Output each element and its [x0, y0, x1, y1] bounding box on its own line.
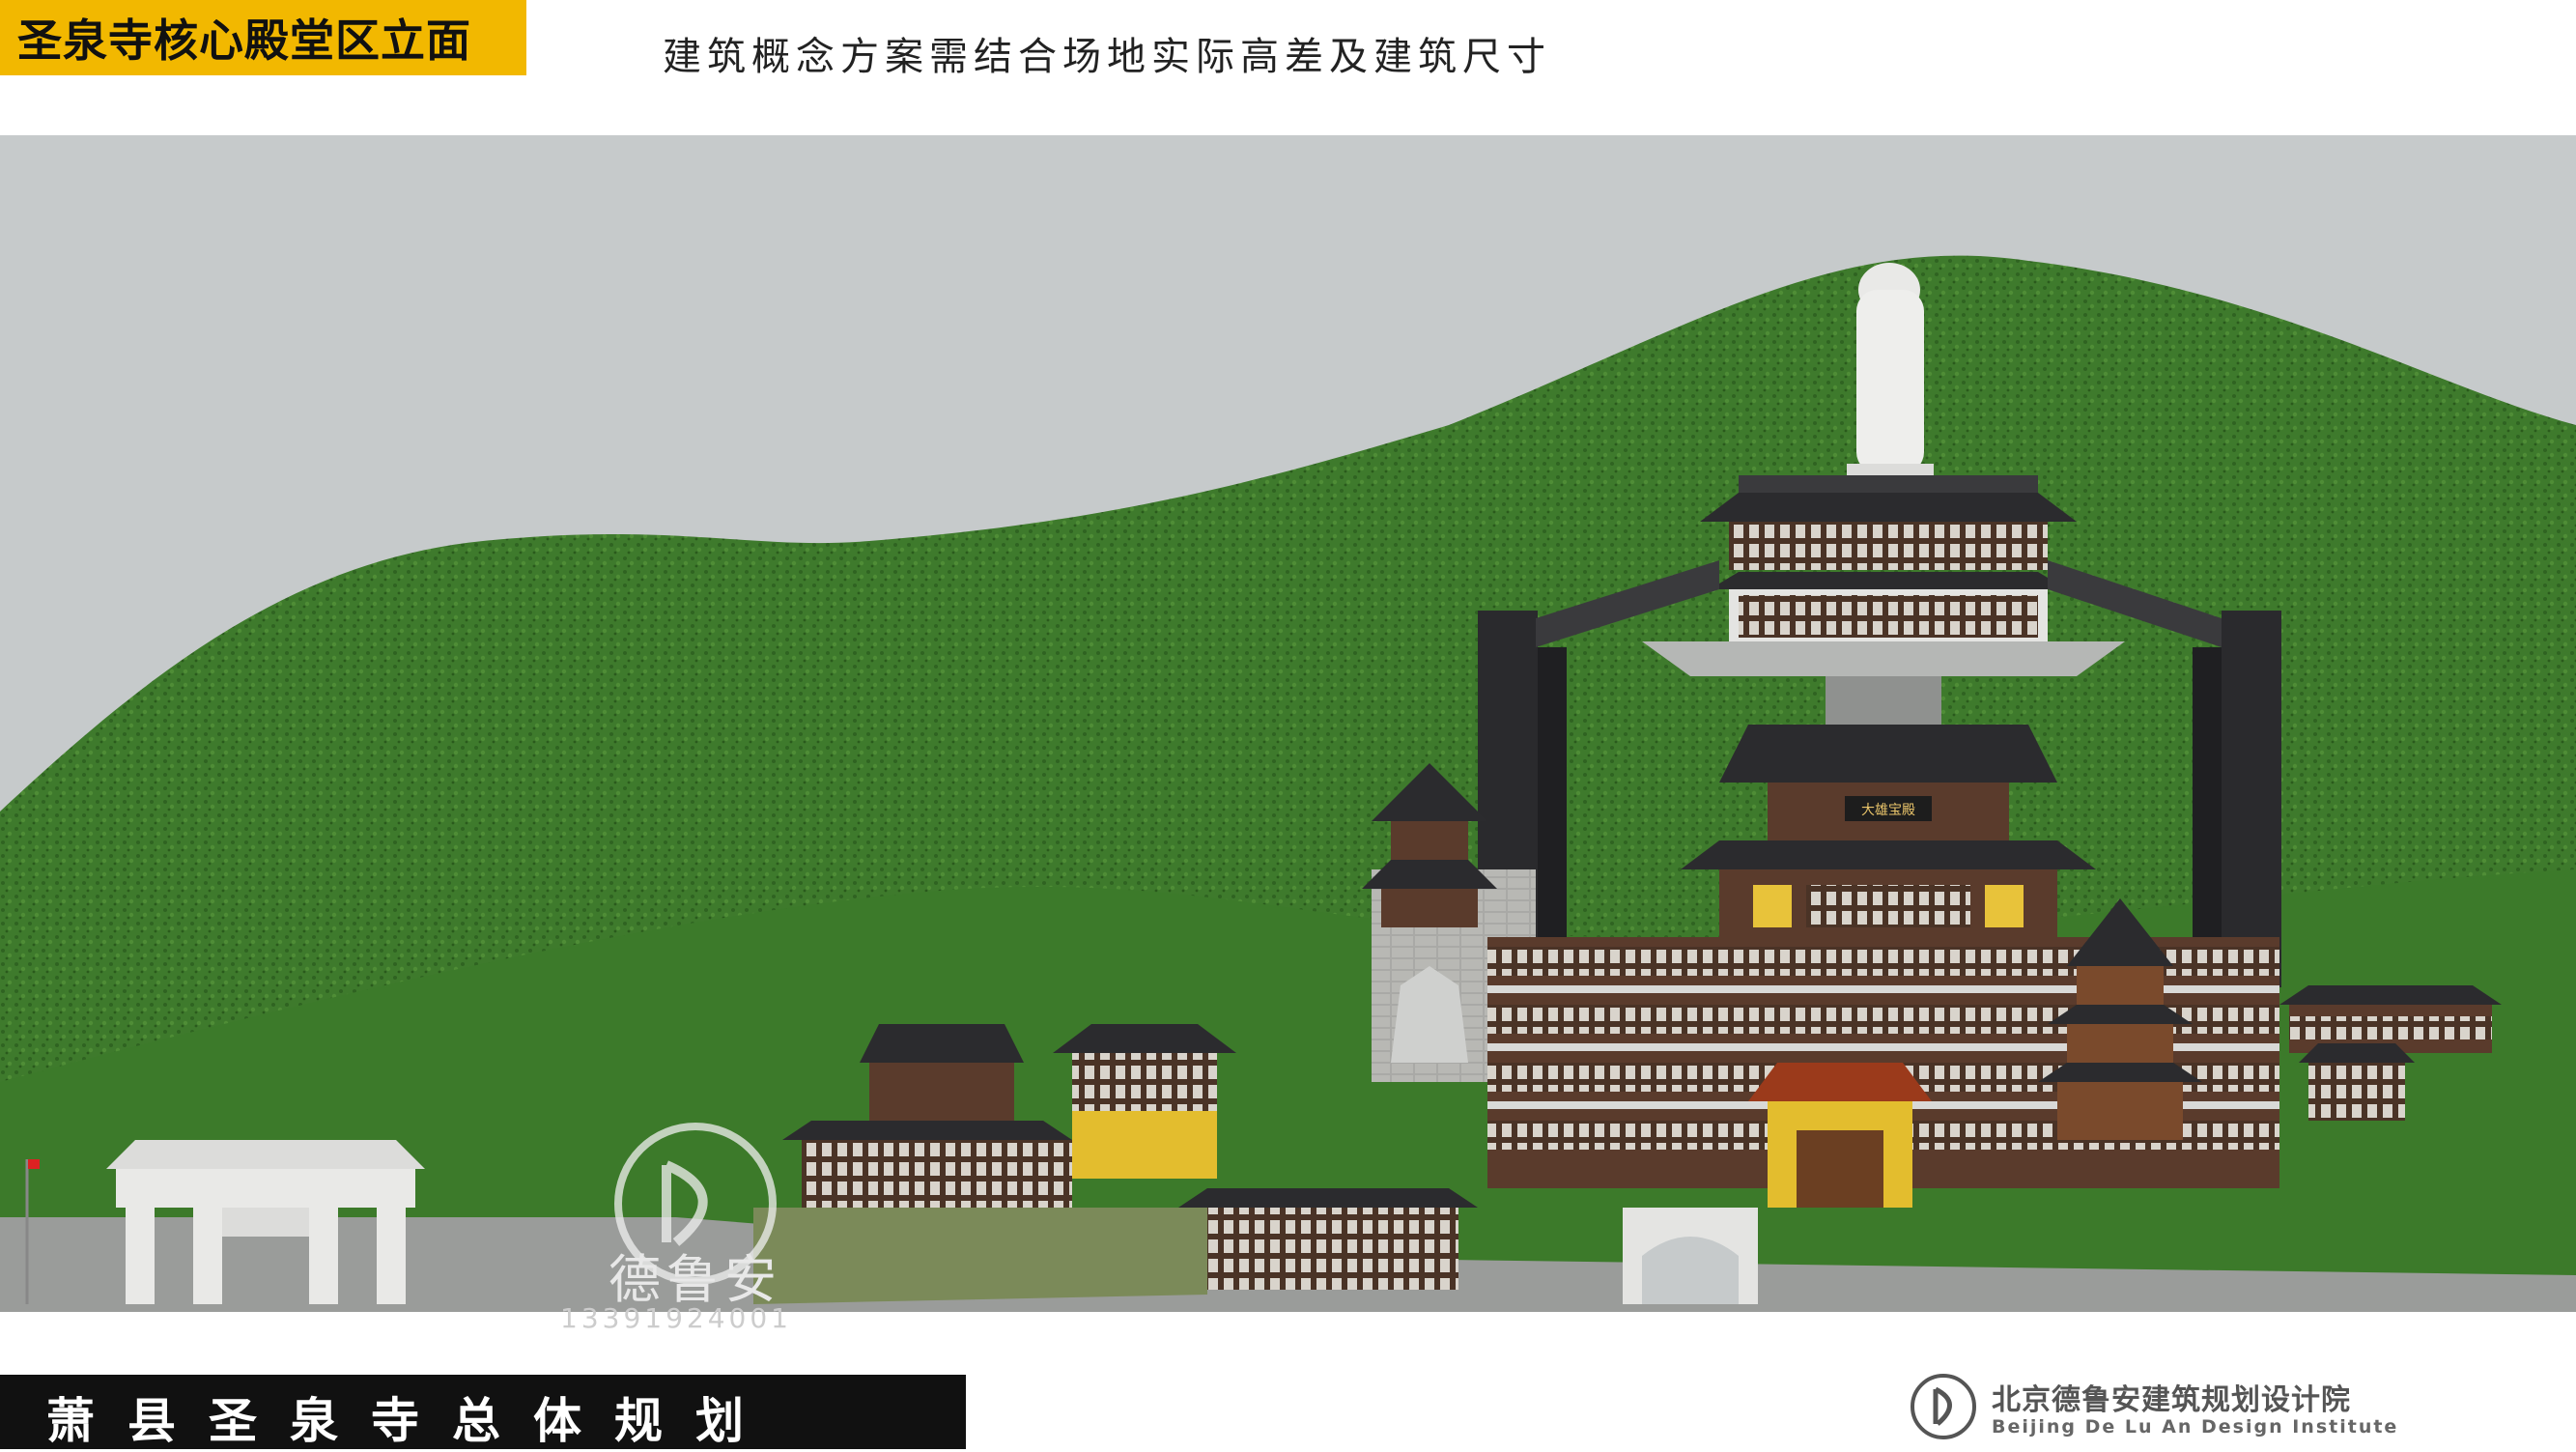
- project-title: 萧县圣泉寺总体规划: [46, 1393, 777, 1449]
- yellow-gate-hall: [1748, 1063, 1932, 1208]
- front-white-gate: [1623, 1208, 1758, 1304]
- hall-plaque: 大雄宝殿: [1861, 803, 1915, 818]
- org-logo-icon: [1911, 1374, 1976, 1439]
- stepped-terraces: [753, 1208, 1207, 1304]
- page-title: 圣泉寺核心殿堂区立面: [17, 14, 471, 67]
- watermark-number: 13391924001: [560, 1302, 792, 1334]
- org-name-en: Beijing De Lu An Design Institute: [1992, 1416, 2399, 1438]
- footer-banner: 萧县圣泉寺总体规划: [0, 1375, 966, 1449]
- org-name: 北京德鲁安建筑规划设计院: [1992, 1383, 2351, 1417]
- title-banner: 圣泉寺核心殿堂区立面: [0, 0, 526, 75]
- page-subtitle: 建筑概念方案需结合场地实际高差及建筑尺寸: [663, 35, 1551, 79]
- temple-elevation-illustration: 大雄宝殿: [0, 135, 2576, 1312]
